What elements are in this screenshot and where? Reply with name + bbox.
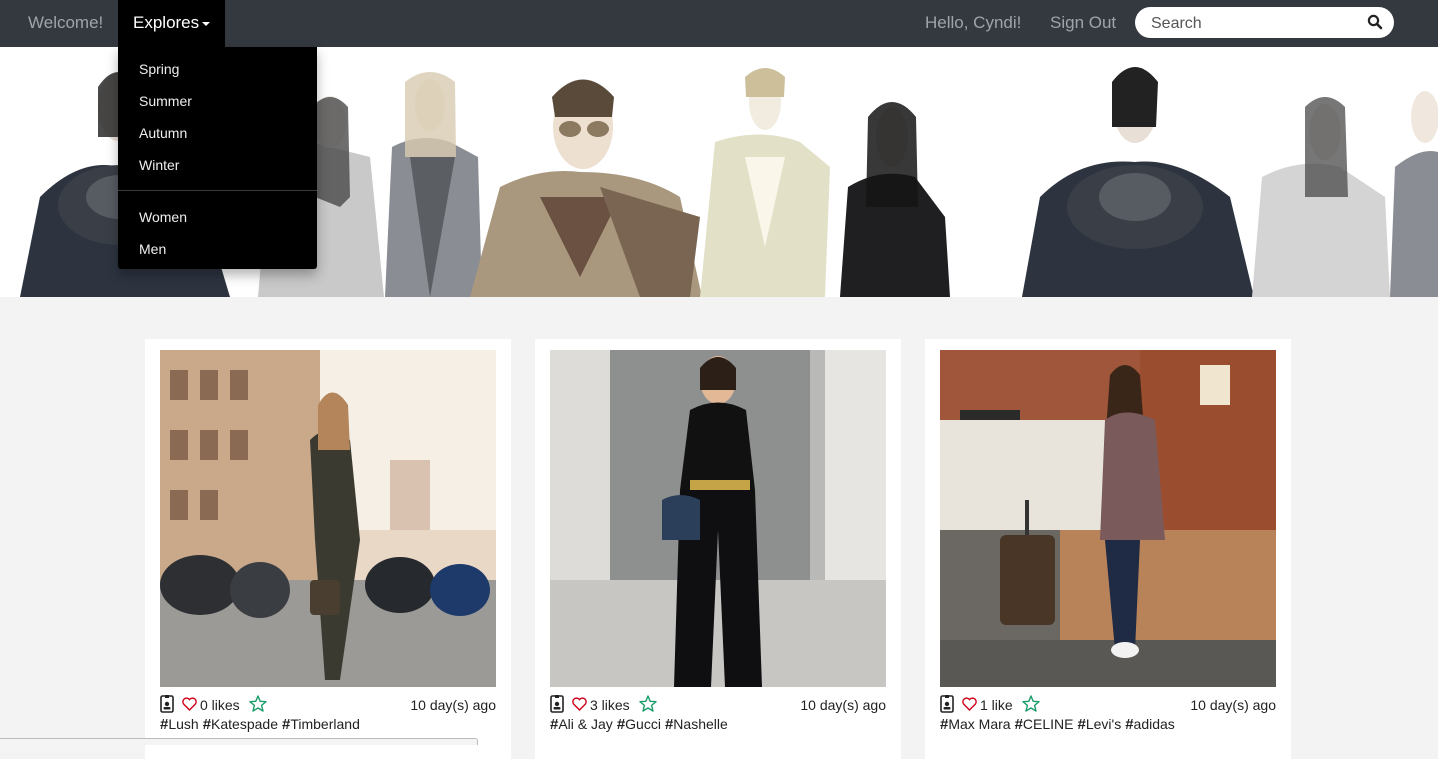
nav-greeting[interactable]: Hello, Cyndi! (925, 0, 1021, 47)
id-badge-icon[interactable] (160, 695, 174, 716)
post-photo[interactable] (550, 350, 886, 687)
nav-explores-dropdown-toggle[interactable]: Explores (118, 0, 226, 47)
search-icon[interactable] (1367, 14, 1385, 32)
post-meta: 1 like 10 day(s) ago (940, 694, 1276, 716)
id-badge-icon[interactable] (940, 695, 954, 716)
post-meta: 3 likes 10 day(s) ago (550, 694, 886, 716)
fashion-figure-illustration (470, 79, 702, 297)
fashion-figure-illustration (840, 102, 950, 297)
likes-count: 0 likes (200, 697, 240, 713)
hashtag-link[interactable]: #Max Mara (940, 716, 1011, 733)
explores-dropdown-menu: Spring Summer Autumn Winter Women Men (118, 47, 317, 269)
nav-explores-label: Explores (133, 13, 200, 32)
fashion-figure-illustration (700, 68, 830, 297)
likes-count: 3 likes (590, 697, 630, 713)
search-input[interactable] (1149, 7, 1363, 40)
hashtag-link[interactable]: #CELINE (1015, 716, 1074, 733)
hashtag-link[interactable]: #Nashelle (665, 716, 728, 733)
fashion-figure-illustration (1390, 91, 1438, 297)
likes-count: 1 like (980, 697, 1013, 713)
fashion-figure-illustration (1022, 67, 1254, 297)
nav-sign-out-link[interactable]: Sign Out (1050, 0, 1116, 47)
fashion-figure-illustration (385, 72, 482, 297)
hashtag-link[interactable]: #adidas (1125, 716, 1175, 733)
post-tags: #Lush #Katespade #Timberland (160, 716, 364, 733)
hashtag-link[interactable]: #Levi's (1078, 716, 1122, 733)
caret-down-icon (202, 21, 211, 26)
hashtag-link[interactable]: #Katespade (203, 716, 278, 733)
post-meta: 0 likes 10 day(s) ago (160, 694, 496, 716)
dropdown-item-women[interactable]: Women (139, 209, 187, 225)
fashion-figure-illustration (1252, 97, 1390, 297)
top-navbar: Welcome! Explores Hello, Cyndi! Sign Out (0, 0, 1438, 47)
hashtag-link[interactable]: #Timberland (282, 716, 360, 733)
hashtag-link[interactable]: #Ali & Jay (550, 716, 613, 733)
dropdown-item-autumn[interactable]: Autumn (139, 125, 187, 141)
heart-icon[interactable] (962, 697, 977, 714)
post-tags: #Max Mara #CELINE #Levi's #adidas (940, 716, 1179, 733)
post-tags: #Ali & Jay #Gucci #Nashelle (550, 716, 732, 733)
nav-welcome-link[interactable]: Welcome! (28, 0, 103, 47)
post-card: 0 likes 10 day(s) ago #Lush #Katespade #Ti… (145, 339, 511, 759)
post-timestamp: 10 day(s) ago (800, 697, 886, 713)
dropdown-item-men[interactable]: Men (139, 241, 166, 257)
star-icon[interactable] (249, 695, 267, 715)
dropdown-divider (118, 190, 317, 191)
search-form (1135, 7, 1394, 40)
star-icon[interactable] (639, 695, 657, 715)
heart-icon[interactable] (182, 697, 197, 714)
dropdown-item-winter[interactable]: Winter (139, 157, 179, 173)
dropdown-item-summer[interactable]: Summer (139, 93, 192, 109)
post-photo[interactable] (940, 350, 1276, 687)
post-card: 1 like 10 day(s) ago #Max Mara #CELINE #Le… (925, 339, 1291, 759)
hashtag-link[interactable]: #Gucci (617, 716, 661, 733)
dropdown-item-spring[interactable]: Spring (139, 61, 179, 77)
post-card: 3 likes 10 day(s) ago #Ali & Jay #Gucci #N… (535, 339, 901, 759)
post-timestamp: 10 day(s) ago (410, 697, 496, 713)
star-icon[interactable] (1022, 695, 1040, 715)
post-photo[interactable] (160, 350, 496, 687)
hashtag-link[interactable]: #Lush (160, 716, 199, 733)
id-badge-icon[interactable] (550, 695, 564, 716)
heart-icon[interactable] (572, 697, 587, 714)
post-timestamp: 10 day(s) ago (1190, 697, 1276, 713)
